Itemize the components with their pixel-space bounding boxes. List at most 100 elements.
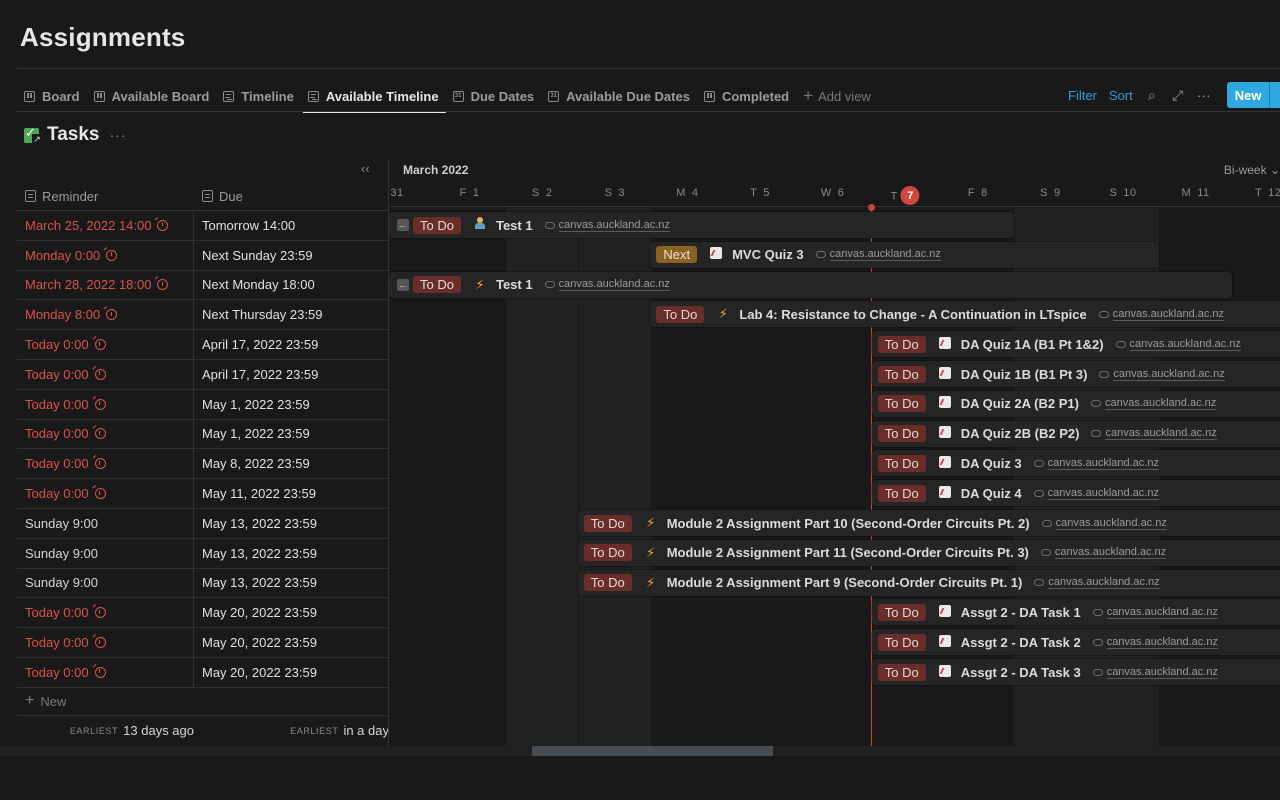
table-row[interactable]: Today 0:00 May 1, 2022 23:59 bbox=[17, 419, 389, 450]
timeline-item[interactable]: To Do ⚡ Module 2 Assignment Part 11 (Secon… bbox=[577, 539, 1280, 566]
item-url[interactable]: canvas.auckland.ac.nz bbox=[1040, 546, 1167, 560]
table-row[interactable]: Today 0:00 May 1, 2022 23:59 bbox=[17, 389, 389, 420]
reminder-cell[interactable]: March 25, 2022 14:00 bbox=[17, 211, 194, 240]
due-cell[interactable]: May 20, 2022 23:59 bbox=[194, 628, 389, 657]
database-title[interactable]: Tasks bbox=[47, 124, 99, 146]
table-row[interactable]: Today 0:00 May 20, 2022 23:59 bbox=[17, 628, 389, 658]
search-icon[interactable]: ⌕ bbox=[1139, 82, 1165, 108]
add-view-button[interactable]: + Add view bbox=[796, 80, 878, 112]
table-row[interactable]: Today 0:00 May 20, 2022 23:59 bbox=[17, 657, 389, 688]
column-header-reminder[interactable]: Reminder bbox=[17, 182, 194, 210]
item-url[interactable]: canvas.auckland.ac.nz bbox=[1041, 517, 1167, 530]
tab-completed[interactable]: Completed bbox=[697, 80, 796, 112]
timeline-item[interactable]: To Do ⚡ Lab 4: Resistance to Change - A Co… bbox=[650, 301, 1280, 328]
due-cell[interactable]: May 20, 2022 23:59 bbox=[194, 598, 389, 627]
due-cell[interactable]: Next Monday 18:00 bbox=[194, 271, 389, 300]
reminder-cell[interactable]: Today 0:00 bbox=[17, 598, 194, 628]
timeline-item[interactable]: ← To Do ⚡ Test 1 canvas.auckland.ac.nz bbox=[389, 271, 1232, 298]
expand-icon[interactable]: ⤢ bbox=[1165, 82, 1191, 108]
tab-timeline[interactable]: Timeline bbox=[216, 80, 301, 112]
due-cell[interactable]: May 1, 2022 23:59 bbox=[194, 420, 389, 449]
timeline-item[interactable]: To Do Assgt 2 - DA Task 2 canvas.auckland.… bbox=[871, 629, 1280, 656]
table-row[interactable]: Today 0:00 April 17, 2022 23:59 bbox=[17, 359, 389, 390]
item-url[interactable]: canvas.auckland.ac.nz bbox=[1115, 338, 1241, 351]
due-cell[interactable]: April 17, 2022 23:59 bbox=[194, 330, 389, 359]
reminder-cell[interactable]: Today 0:00 bbox=[17, 449, 194, 479]
collapse-table-icon[interactable]: ‹‹ bbox=[361, 161, 370, 176]
item-url[interactable]: canvas.auckland.ac.nz bbox=[1098, 308, 1225, 321]
timeline-item[interactable]: To Do ⚡ Module 2 Assignment Part 9 (Second… bbox=[577, 569, 1280, 596]
sort-button[interactable]: Sort bbox=[1103, 88, 1139, 103]
reminder-cell[interactable]: Monday 8:00 bbox=[17, 300, 194, 330]
due-cell[interactable]: May 13, 2022 23:59 bbox=[194, 539, 389, 568]
item-url[interactable]: canvas.auckland.ac.nz bbox=[1092, 606, 1218, 619]
item-url[interactable]: canvas.auckland.ac.nz bbox=[1033, 457, 1159, 470]
reminder-cell[interactable]: Sunday 9:00 bbox=[17, 538, 194, 568]
tab-board[interactable]: Board bbox=[17, 80, 87, 112]
timeline-item[interactable]: Next MVC Quiz 3 canvas.auckland.ac.nz bbox=[650, 241, 1160, 268]
due-cell[interactable]: Tomorrow 14:00 bbox=[194, 211, 389, 240]
timeline-item[interactable]: To Do Assgt 2 - DA Task 3 canvas.auckland.… bbox=[871, 659, 1280, 685]
calculation-due[interactable]: Earliest in a day bbox=[194, 723, 389, 738]
table-row[interactable]: Today 0:00 April 17, 2022 23:59 bbox=[17, 330, 389, 360]
new-button[interactable]: New bbox=[1226, 82, 1270, 108]
new-row-button[interactable]: + New bbox=[17, 688, 389, 716]
scroll-to-item-arrow-icon[interactable]: ← bbox=[397, 219, 409, 231]
item-url[interactable]: canvas.auckland.ac.nz bbox=[1099, 368, 1225, 381]
table-row[interactable]: Today 0:00 May 20, 2022 23:59 bbox=[17, 598, 389, 629]
table-row[interactable]: Monday 8:00 Next Thursday 23:59 bbox=[17, 300, 389, 331]
tab-available-board[interactable]: Available Board bbox=[87, 80, 217, 112]
table-row[interactable]: March 28, 2022 18:00 Next Monday 18:00 bbox=[17, 270, 389, 301]
scroll-to-item-arrow-icon[interactable]: ← bbox=[397, 278, 409, 291]
item-url[interactable]: canvas.auckland.ac.nz bbox=[1090, 397, 1217, 411]
due-cell[interactable]: May 8, 2022 23:59 bbox=[194, 449, 389, 478]
timeline-item[interactable]: To Do DA Quiz 2A (B2 P1) canvas.auckland.a… bbox=[871, 390, 1280, 417]
table-row[interactable]: Sunday 9:00 May 13, 2022 23:59 bbox=[17, 568, 389, 599]
item-url[interactable]: canvas.auckland.ac.nz bbox=[1034, 576, 1160, 590]
table-row[interactable]: Today 0:00 May 8, 2022 23:59 bbox=[17, 449, 389, 480]
reminder-cell[interactable]: Sunday 9:00 bbox=[17, 508, 194, 538]
tab-available-timeline[interactable]: Available Timeline bbox=[301, 80, 446, 113]
reminder-cell[interactable]: Today 0:00 bbox=[17, 628, 194, 657]
new-dropdown-chevron-icon[interactable]: ⌄ bbox=[1269, 82, 1280, 108]
item-url[interactable]: canvas.auckland.ac.nz bbox=[815, 248, 941, 262]
timeline-item[interactable]: To Do ⚡ Module 2 Assignment Part 10 (Secon… bbox=[577, 510, 1280, 536]
item-url[interactable]: canvas.auckland.ac.nz bbox=[544, 219, 670, 232]
reminder-cell[interactable]: Monday 0:00 bbox=[17, 240, 194, 270]
table-row[interactable]: Monday 0:00 Next Sunday 23:59 bbox=[17, 240, 389, 271]
item-url[interactable]: canvas.auckland.ac.nz bbox=[1091, 427, 1217, 441]
reminder-cell[interactable]: Today 0:00 bbox=[17, 479, 194, 508]
due-cell[interactable]: May 1, 2022 23:59 bbox=[194, 390, 389, 419]
tab-available-due-dates[interactable]: 31 Available Due Dates bbox=[541, 80, 697, 112]
reminder-cell[interactable]: March 28, 2022 18:00 bbox=[17, 270, 194, 300]
timeline-item[interactable]: To Do DA Quiz 4 canvas.auckland.ac.nz bbox=[871, 480, 1280, 507]
due-cell[interactable]: May 13, 2022 23:59 bbox=[194, 509, 389, 538]
timeline-item[interactable]: To Do DA Quiz 3 canvas.auckland.ac.nz bbox=[871, 450, 1280, 477]
tab-due-dates[interactable]: 31 Due Dates bbox=[446, 80, 542, 112]
item-url[interactable]: canvas.auckland.ac.nz bbox=[1092, 636, 1218, 649]
timeline-item[interactable]: To Do DA Quiz 1B (B1 Pt 3) canvas.auckland… bbox=[871, 361, 1280, 387]
due-cell[interactable]: May 20, 2022 23:59 bbox=[194, 658, 389, 687]
reminder-cell[interactable]: Sunday 9:00 bbox=[17, 568, 194, 598]
horizontal-scrollbar-thumb[interactable] bbox=[532, 746, 773, 756]
reminder-cell[interactable]: Today 0:00 bbox=[17, 419, 194, 449]
timeline-scale-select[interactable]: Bi-week ⌄ bbox=[1224, 163, 1280, 177]
timeline-item[interactable]: To Do DA Quiz 2B (B2 P2) canvas.auckland.a… bbox=[871, 420, 1280, 447]
due-cell[interactable]: Next Thursday 23:59 bbox=[194, 300, 389, 329]
due-cell[interactable]: Next Sunday 23:59 bbox=[194, 241, 389, 270]
calculation-reminder[interactable]: Earliest 13 days ago bbox=[17, 723, 194, 738]
reminder-cell[interactable]: Today 0:00 bbox=[17, 359, 194, 389]
due-cell[interactable]: April 17, 2022 23:59 bbox=[194, 360, 389, 389]
table-row[interactable]: March 25, 2022 14:00 Tomorrow 14:00 bbox=[17, 211, 389, 241]
database-more-icon[interactable]: ··· bbox=[109, 127, 126, 143]
timeline-item[interactable]: To Do Assgt 2 - DA Task 1 canvas.auckland.… bbox=[871, 599, 1280, 626]
table-row[interactable]: Today 0:00 May 11, 2022 23:59 bbox=[17, 479, 389, 509]
due-cell[interactable]: May 11, 2022 23:59 bbox=[194, 479, 389, 508]
timeline-item[interactable]: ← To Do Test 1 canvas.auckland.ac.nz bbox=[389, 212, 1015, 238]
item-url[interactable]: canvas.auckland.ac.nz bbox=[1092, 666, 1218, 679]
reminder-cell[interactable]: Today 0:00 bbox=[17, 657, 194, 687]
table-row[interactable]: Sunday 9:00 May 13, 2022 23:59 bbox=[17, 538, 389, 569]
column-header-due[interactable]: Due bbox=[194, 182, 389, 210]
item-url[interactable]: canvas.auckland.ac.nz bbox=[1033, 487, 1159, 500]
item-url[interactable]: canvas.auckland.ac.nz bbox=[544, 278, 670, 292]
